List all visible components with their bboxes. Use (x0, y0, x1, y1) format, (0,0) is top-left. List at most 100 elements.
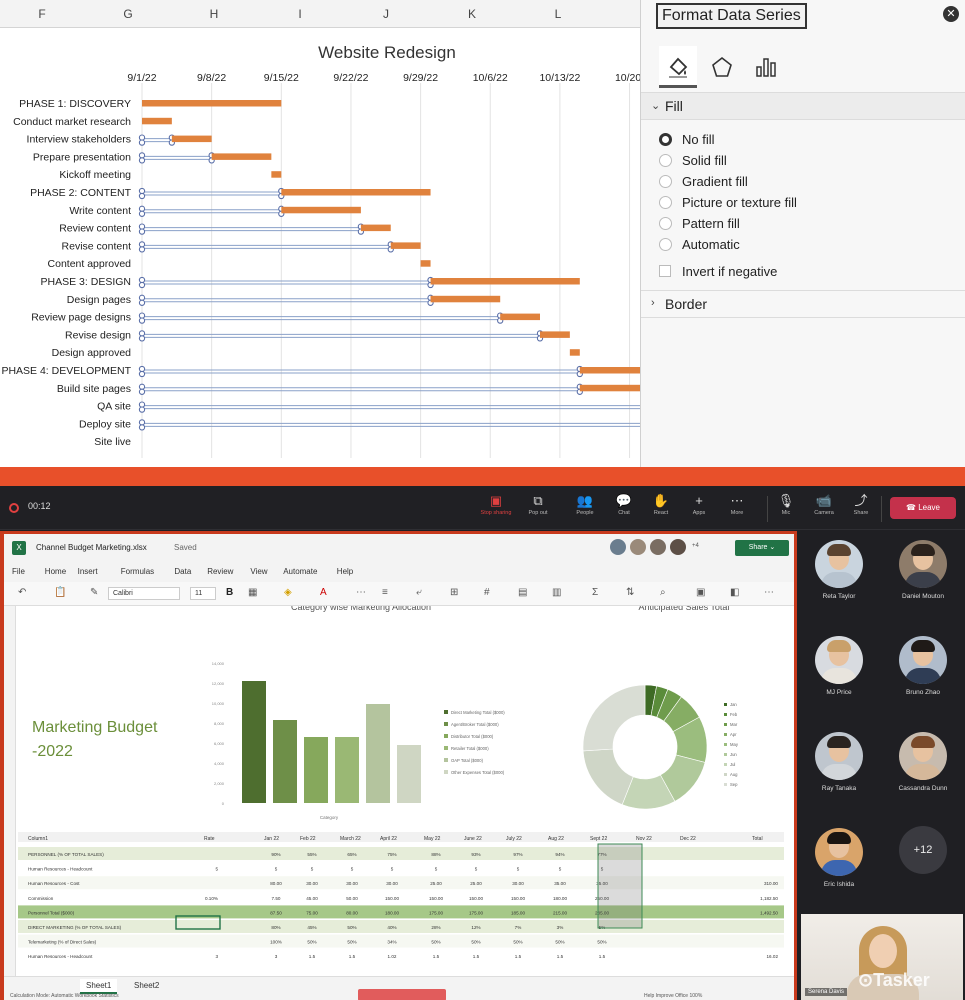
table-cell[interactable]: 80% (271, 925, 280, 930)
table-cell[interactable]: 5 (311, 867, 314, 872)
participant-tile[interactable]: Ray Tanaka (797, 722, 881, 818)
table-cell[interactable]: 50% (347, 925, 356, 930)
table-cell[interactable]: 34% (387, 940, 396, 945)
number-format-icon[interactable]: # (484, 587, 490, 598)
avatar[interactable] (670, 539, 686, 555)
column-letter[interactable]: L (548, 7, 568, 21)
close-icon[interactable]: ✕ (943, 6, 959, 22)
selection-handle[interactable] (138, 330, 146, 337)
column-letter[interactable]: I (290, 7, 310, 21)
table-cell[interactable]: 180.00 (385, 910, 399, 915)
table-cell[interactable]: 175.00 (429, 910, 443, 915)
selection-handle[interactable] (138, 152, 146, 159)
table-cell[interactable]: 12% (471, 925, 480, 930)
find-icon[interactable]: ⌕ (660, 587, 666, 598)
table-cell[interactable]: 1.5 (473, 954, 480, 959)
selection-handle[interactable] (138, 276, 146, 284)
table-cell[interactable]: 50% (471, 940, 480, 945)
table-cell[interactable]: 1.02 (388, 954, 397, 959)
selection-handle[interactable] (138, 223, 146, 230)
chat-button[interactable]: 💬 Chat (606, 492, 642, 526)
fill-color-icon[interactable]: ◈ (284, 587, 292, 598)
mic-button[interactable]: 🎙 Mic (768, 492, 804, 526)
selection-handle[interactable] (138, 370, 146, 378)
menu-insert[interactable]: Insert (78, 567, 98, 576)
table-cell[interactable]: 1.5 (309, 954, 316, 959)
participant-tile[interactable]: Bruno Zhao (881, 626, 965, 722)
column-header[interactable]: Rate (204, 836, 215, 842)
table-cell[interactable]: 50.00 (346, 896, 358, 901)
task-duration-bar[interactable] (211, 153, 272, 160)
share-button[interactable]: ⤴ Share (843, 492, 879, 526)
table-cell[interactable]: 3 (275, 954, 278, 959)
bar[interactable] (335, 737, 359, 803)
table-cell[interactable]: 5 (391, 867, 394, 872)
table-cell[interactable]: 80.00 (270, 881, 282, 886)
participant-tile[interactable]: Daniel Mouton (881, 530, 965, 626)
table-cell[interactable]: 45.00 (306, 896, 318, 901)
table-cell[interactable]: 88% (431, 852, 440, 857)
table-cell[interactable]: 75% (387, 852, 396, 857)
table-cell[interactable]: 93% (471, 852, 480, 857)
participant-tile[interactable]: Reta Taylor (797, 530, 881, 626)
selection-handle[interactable] (138, 294, 146, 301)
menu-formulas[interactable]: Formulas (121, 567, 154, 576)
table-cell[interactable]: 50% (307, 940, 316, 945)
selection-handle[interactable] (138, 241, 146, 248)
avatar[interactable] (650, 539, 666, 555)
stop-share-button[interactable]: ▣ Stop sharing (478, 492, 514, 526)
column-letter[interactable]: K (462, 7, 482, 21)
table-cell[interactable]: 5 (351, 867, 354, 872)
donut-slice[interactable] (582, 748, 634, 806)
column-header[interactable]: Feb 22 (300, 836, 316, 842)
column-header[interactable]: July 22 (506, 836, 522, 842)
table-cell[interactable]: 50% (347, 940, 356, 945)
font-name-select[interactable]: Calibri (108, 587, 180, 600)
task-duration-bar[interactable] (360, 224, 391, 232)
task-duration-bar[interactable] (579, 367, 640, 374)
analyze-icon[interactable]: ◧ (730, 587, 739, 598)
selection-handle[interactable] (138, 419, 146, 426)
table-cell[interactable]: 180.00 (553, 896, 567, 901)
excel-grid[interactable]: Marketing Budget -2022 Category wise Mar… (4, 606, 794, 976)
stop-sharing-banner[interactable] (358, 989, 446, 1000)
selection-handle[interactable] (138, 388, 146, 395)
selection-handle[interactable] (138, 187, 146, 195)
format-painter-icon[interactable]: ✎ (90, 587, 98, 598)
table-cell[interactable]: 5 (475, 867, 478, 872)
table-cell[interactable]: 30.00 (386, 881, 398, 886)
table-row[interactable] (18, 890, 784, 904)
leave-button[interactable]: ☎ Leave (890, 497, 956, 519)
task-duration-bar[interactable] (540, 331, 570, 338)
table-cell[interactable]: 3% (557, 925, 564, 930)
selection-handle[interactable] (138, 246, 146, 253)
bar[interactable] (242, 681, 266, 803)
worksheet-area[interactable]: 9/1/22 9/8/22 9/15/22 9/22/22 9/29/22 10/6/22… (0, 28, 640, 467)
column-header[interactable]: Total (752, 836, 763, 842)
menu-home[interactable]: Home (45, 567, 66, 576)
selection-handle[interactable] (138, 335, 146, 342)
table-cell[interactable]: 185.00 (511, 910, 525, 915)
table-cell[interactable]: 50% (597, 940, 606, 945)
column-header[interactable]: June 22 (464, 836, 482, 842)
table-cell[interactable]: 30.00 (306, 881, 318, 886)
table-cell[interactable]: 75.00 (306, 910, 318, 915)
radio-button[interactable] (659, 196, 672, 209)
table-cell[interactable]: 5 (275, 867, 278, 872)
table-cell[interactable]: 50% (555, 940, 564, 945)
table-cell[interactable]: 90% (271, 852, 280, 857)
selection-handle[interactable] (138, 139, 146, 146)
bar[interactable] (304, 737, 328, 803)
table-cell[interactable]: 5 (559, 867, 562, 872)
menu-automate[interactable]: Automate (283, 567, 317, 576)
table-cell[interactable]: 30.00 (512, 881, 524, 886)
sum-icon[interactable]: Σ (592, 587, 598, 598)
radio-button[interactable] (659, 175, 672, 188)
table-cell[interactable]: 1.5 (515, 954, 522, 959)
selection-handle[interactable] (138, 383, 146, 390)
gantt-chart[interactable]: 9/1/22 9/8/22 9/15/22 9/22/22 9/29/22 10/6/22… (0, 28, 640, 467)
table-cell[interactable]: 150.00 (385, 896, 399, 901)
table-cell[interactable]: 175.00 (469, 910, 483, 915)
font-size-select[interactable]: 11 (190, 587, 216, 600)
selection-handle[interactable] (138, 210, 146, 217)
